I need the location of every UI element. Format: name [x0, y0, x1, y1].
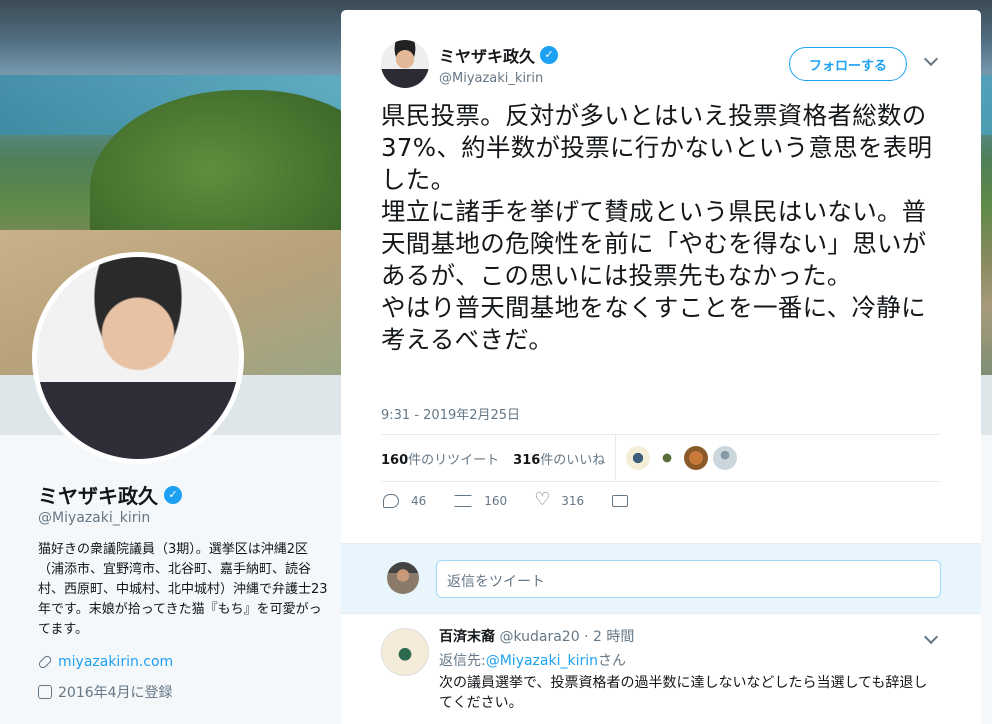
liker-avatar[interactable]: [626, 446, 651, 470]
profile-name-text[interactable]: ミヤザキ政久: [38, 480, 158, 509]
stats-divider: [615, 434, 617, 482]
reply-action[interactable]: 46: [383, 494, 426, 508]
retweet-action[interactable]: 160: [454, 494, 507, 508]
like-action-count: 316: [561, 494, 585, 508]
tweet-actions: 46 160 316: [383, 489, 656, 510]
reply-to: 返信先:@Miyazaki_kirinさん: [439, 650, 626, 670]
reply-to-label: 返信先:: [439, 653, 486, 669]
verified-icon: ✓: [164, 485, 182, 504]
profile-avatar[interactable]: [32, 252, 244, 464]
tweet-text: 県民投票。反対が多いとはいえ投票資格者総数の37%、約半数が投票に行かないという…: [381, 100, 941, 356]
tweet-line: やはり普天間基地をなくすことを一番に、冷静に考えるべきだ。: [381, 293, 926, 354]
reply-icon: [383, 494, 399, 508]
chevron-down-icon[interactable]: [923, 51, 939, 67]
current-user-avatar: [387, 562, 419, 594]
tweet-modal: ミヤザキ政久 ✓ @Miyazaki_kirin フォローする 県民投票。反対が…: [341, 10, 981, 724]
joined-text: 2016年4月に登録: [58, 685, 173, 701]
author-name[interactable]: ミヤザキ政久 ✓: [439, 43, 559, 67]
reply-author-name[interactable]: 百済末裔: [439, 629, 495, 645]
reply-to-handle[interactable]: @Miyazaki_kirin: [486, 653, 598, 669]
like-action[interactable]: 316: [534, 489, 585, 510]
reply-time[interactable]: · 2 時間: [584, 629, 634, 645]
retweet-icon: [454, 495, 473, 507]
reply-to-suffix: さん: [598, 653, 626, 669]
profile-handle[interactable]: @Miyazaki_kirin: [38, 510, 150, 526]
dm-action[interactable]: [612, 495, 629, 507]
reply-header: 百済末裔 @kudara20 · 2 時間: [439, 626, 634, 646]
author-name-text[interactable]: ミヤザキ政久: [439, 43, 535, 67]
tweet-line: 県民投票。反対が多いとはいえ投票資格者総数の37%、約半数が投票に行かないという…: [381, 101, 933, 194]
liker-avatar[interactable]: [655, 446, 680, 470]
heart-icon: [534, 489, 550, 510]
profile-joined: 2016年4月に登録: [38, 682, 173, 702]
calendar-icon: [38, 685, 52, 699]
tweet-timestamp[interactable]: 9:31 - 2019年2月25日: [381, 404, 520, 423]
reply-tweet[interactable]: 百済末裔 @kudara20 · 2 時間 返信先:@Miyazaki_kiri…: [341, 613, 981, 724]
tweet-line: 埋立に諸手を挙げて賛成という県民はいない。普天間基地の危険性を前に「やむを得ない…: [381, 197, 927, 290]
reply-author-handle[interactable]: @kudara20: [499, 629, 579, 645]
profile-name[interactable]: ミヤザキ政久 ✓: [38, 480, 182, 509]
author-avatar[interactable]: [381, 40, 429, 88]
link-icon: [37, 654, 53, 670]
retweet-stat[interactable]: 160件のリツイート: [381, 449, 499, 468]
like-stat[interactable]: 316件のいいね: [513, 449, 605, 468]
retweet-action-count: 160: [484, 494, 508, 508]
website-link[interactable]: miyazakirin.com: [58, 654, 173, 670]
tweet-stats: 160件のリツイート 316件のいいね: [381, 434, 941, 482]
reply-composer: 返信をツイート: [341, 543, 981, 613]
like-count: 316: [513, 452, 541, 468]
mail-icon: [612, 495, 629, 507]
retweet-count: 160: [381, 452, 409, 468]
like-label: 件のいいね: [540, 452, 606, 468]
reply-author-avatar[interactable]: [381, 628, 429, 676]
chevron-down-icon[interactable]: [923, 629, 939, 645]
liker-avatars: [626, 446, 738, 470]
follow-button[interactable]: フォローする: [789, 47, 907, 81]
profile-website[interactable]: miyazakirin.com: [37, 654, 173, 670]
retweet-label: 件のリツイート: [408, 452, 500, 468]
verified-icon: ✓: [540, 45, 559, 64]
reply-text: 次の議員選挙で、投票資格者の過半数に達しないなどしたら当選しても辞退してください…: [439, 675, 928, 711]
liker-avatar[interactable]: [684, 446, 709, 470]
reply-count: 46: [411, 494, 427, 508]
author-handle[interactable]: @Miyazaki_kirin: [439, 71, 558, 86]
liker-avatar[interactable]: [713, 446, 738, 470]
reply-input[interactable]: 返信をツイート: [436, 560, 941, 598]
profile-bio: 猫好きの衆議院議員（3期）。選挙区は沖縄2区（浦添市、宜野湾市、北谷町、嘉手納町…: [38, 542, 328, 637]
tweet-header: ミヤザキ政久 ✓ @Miyazaki_kirin: [381, 40, 559, 88]
